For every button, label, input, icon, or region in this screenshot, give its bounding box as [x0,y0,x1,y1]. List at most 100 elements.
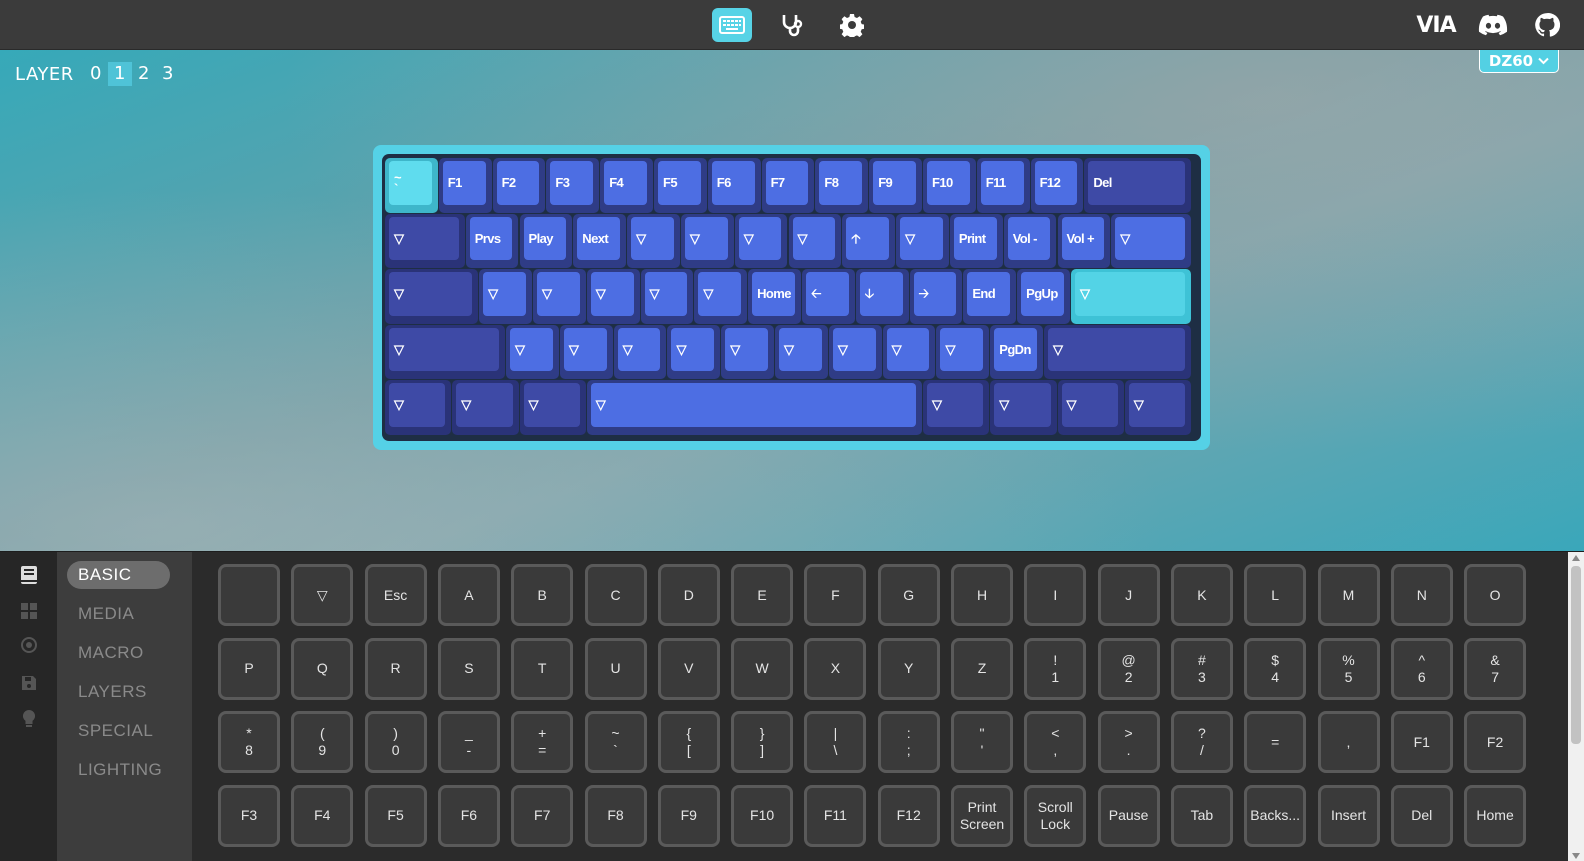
keyboard-key[interactable]: ▽ [680,213,734,268]
keycode-button[interactable]: A [437,564,500,626]
keycode-button[interactable]: E [731,564,794,626]
scroll-thumb[interactable] [1571,566,1581,744]
keycode-button[interactable]: % 5 [1317,637,1380,700]
keycode-button[interactable]: Del [1390,784,1453,847]
keycode-button[interactable]: | \ [804,711,867,773]
keycode-button[interactable]: T [511,637,574,700]
keycode-button[interactable]: ▽ [291,564,354,626]
keyboard-key[interactable]: F7 [761,158,815,213]
keycode-button[interactable]: ! 1 [1024,637,1087,700]
keycode-button[interactable]: C [584,564,647,626]
keyboard-key[interactable]: Play [519,213,573,268]
keycode-button[interactable]: F3 [218,784,280,847]
keyboard-key[interactable]: End [963,269,1017,324]
keyboard-key[interactable]: ▽ [1044,324,1191,379]
keycode-button[interactable]: B [511,564,574,626]
keycode-button[interactable]: Y [877,637,940,700]
grid-icon[interactable] [18,600,40,622]
keycode-button[interactable]: Q [291,637,354,700]
keyboard-key[interactable]: 🡢 [909,269,963,324]
keyboard-key[interactable]: F10 [923,158,976,213]
keyboard-key[interactable]: ▽ [506,324,559,379]
keycode-button[interactable]: L [1244,564,1307,626]
keycode-button[interactable]: H [951,564,1013,626]
keycode-button[interactable]: F9 [657,784,720,847]
menu-layers[interactable]: LAYERS [67,678,170,706]
keycode-button[interactable]: V [657,637,720,700]
keyboard-key[interactable]: ▽ [519,380,586,435]
stethoscope-icon[interactable] [772,8,812,42]
keycode-button[interactable]: { [ [657,711,720,773]
keyboard-key[interactable]: F12 [1030,158,1084,213]
scroll-up-arrow[interactable] [1572,555,1580,561]
menu-basic[interactable]: BASIC [67,561,170,589]
layer-2-button[interactable]: 2 [132,62,156,86]
target-icon[interactable] [18,634,40,656]
keycode-button[interactable]: @ 2 [1097,637,1160,700]
menu-media[interactable]: MEDIA [67,600,170,628]
keycode-button[interactable]: ? / [1170,711,1233,773]
keyboard-key[interactable]: Del [1084,158,1191,213]
keyboard-key[interactable]: ▽ [694,269,748,324]
keyboard-key[interactable]: F9 [869,158,922,213]
keycode-button[interactable]: D [657,564,720,626]
keycode-button[interactable]: : ; [877,711,940,773]
keyboard-key[interactable]: ▽ [896,213,949,268]
keycode-button[interactable]: F11 [804,784,867,847]
keycode-button[interactable]: ) 0 [364,711,427,773]
keycode-button[interactable]: ^ 6 [1390,637,1453,700]
keycode-button[interactable] [218,564,280,626]
keyboard-key[interactable]: ▽ [882,324,936,379]
keyboard-key[interactable]: F6 [707,158,761,213]
keyboard-key[interactable]: ▽ [479,269,532,324]
keyboard-key[interactable]: ▽ [627,213,680,268]
keycode-button[interactable]: Insert [1317,784,1380,847]
keyboard-key[interactable]: F11 [976,158,1030,213]
keycode-button[interactable]: F2 [1464,711,1527,773]
keyboard-key[interactable]: F3 [546,158,600,213]
keycode-button[interactable]: + = [511,711,574,773]
keyboard-key[interactable]: ▽ [385,269,479,324]
save-icon[interactable] [18,672,40,694]
keyboard-key[interactable]: ▽ [586,380,922,435]
keyboard-key[interactable]: PgDn [990,324,1044,379]
device-selector[interactable]: DZ60 [1479,50,1559,73]
keycode-button[interactable]: F6 [437,784,500,847]
keyboard-key[interactable]: ▽ [452,380,519,435]
keyboard-key[interactable]: ~ ` [385,158,438,213]
keycode-button[interactable]: F12 [877,784,940,847]
keycode-button[interactable]: W [731,637,794,700]
keyboard-key[interactable]: ▽ [640,269,694,324]
keycode-button[interactable]: Z [951,637,1013,700]
keycode-button[interactable]: Scroll Lock [1024,784,1087,847]
keyboard-key[interactable]: ▽ [1057,380,1124,435]
scroll-down-arrow[interactable] [1572,853,1580,859]
keycode-button[interactable]: F7 [511,784,574,847]
keyboard-key[interactable]: ▽ [828,324,882,379]
keycode-button[interactable]: $ 4 [1244,637,1307,700]
keyboard-key[interactable]: Prvs [465,213,519,268]
keycode-button[interactable]: X [804,637,867,700]
keyboard-key[interactable]: F1 [438,158,492,213]
keyboard-key[interactable]: F8 [815,158,869,213]
layer-1-button[interactable]: 1 [107,62,132,86]
keyboard-key[interactable]: 🡠 [801,269,855,324]
keycode-button[interactable]: Pause [1097,784,1160,847]
keyboard-key[interactable]: ▽ [586,269,640,324]
keycode-button[interactable]: " ' [951,711,1013,773]
keycode-button[interactable]: I [1024,564,1087,626]
keyboard-key[interactable]: ▽ [385,213,465,268]
discord-icon[interactable] [1476,10,1510,40]
keycode-button[interactable]: ~ ` [584,711,647,773]
keyboard-key[interactable]: ▽ [667,324,721,379]
keycode-button[interactable]: Home [1464,784,1527,847]
keyboard-key[interactable]: ▽ [559,324,613,379]
keycode-button[interactable]: = [1244,711,1307,773]
keycode-button[interactable]: F4 [291,784,354,847]
keycode-button[interactable]: _ - [437,711,500,773]
keycode-button[interactable]: R [364,637,427,700]
keycode-button[interactable]: Print Screen [951,784,1013,847]
keycode-button[interactable]: F10 [731,784,794,847]
keyboard-key[interactable]: ▽ [734,213,788,268]
book-icon[interactable] [18,564,40,586]
